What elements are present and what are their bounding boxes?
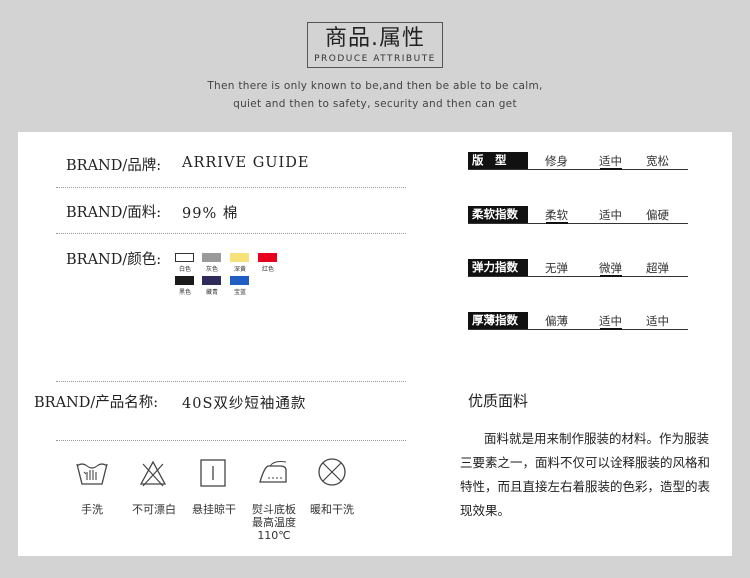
attribute-selected-marker <box>600 168 622 170</box>
subtitle-line-2: quiet and then to safety, security and t… <box>233 98 517 110</box>
page-title: 商品.属性 <box>325 26 425 51</box>
color-swatch <box>202 276 221 285</box>
color-swatch <box>258 253 277 262</box>
page-title-en: PRODUCE ATTRIBUTE <box>314 54 436 64</box>
attribute-selected-marker <box>600 328 622 330</box>
care-label-iron: 熨斗底板 最高温度 110℃ <box>252 503 296 542</box>
color-swatch <box>230 276 249 285</box>
hang-dry-icon <box>195 458 231 488</box>
divider <box>56 187 406 188</box>
divider <box>56 381 406 382</box>
brand-value: ARRIVE GUIDE <box>182 155 310 171</box>
attribute-badge: 弹力指数 <box>468 259 528 276</box>
color-swatch-label: 红色 <box>261 266 274 273</box>
care-label-no-bleach: 不可漂白 <box>132 503 176 516</box>
attribute-badge: 柔软指数 <box>468 206 528 223</box>
color-swatch <box>202 253 221 262</box>
brand-label: BRAND/品牌: <box>66 158 162 174</box>
hand-wash-icon <box>74 458 110 488</box>
attribute-option: 偏薄 <box>545 314 568 328</box>
no-dry-clean-icon <box>314 456 350 486</box>
attribute-scale-line <box>468 223 688 224</box>
attribute-option-selected: 柔软 <box>545 208 568 222</box>
attribute-option: 超弹 <box>646 261 669 275</box>
color-swatch <box>175 276 194 285</box>
quality-paragraph: 面料就是用来制作服装的材料。作为服装三要素之一，面料不仅可以诠释服装的风格和特性… <box>460 431 711 518</box>
divider <box>56 440 406 441</box>
attribute-scale-line <box>468 169 688 170</box>
color-swatch-label: 白色 <box>178 266 191 273</box>
attribute-option: 宽松 <box>646 154 669 168</box>
attribute-option-selected: 适中 <box>599 154 622 168</box>
no-bleach-icon <box>135 458 171 488</box>
color-swatch-label: 灰色 <box>205 266 218 273</box>
attribute-option-selected: 适中 <box>599 314 622 328</box>
product-value: 40S双纱短袖通款 <box>182 396 307 412</box>
fabric-value: 99% 棉 <box>182 206 239 222</box>
color-swatch-label: 黑色 <box>178 289 191 296</box>
attribute-option: 适中 <box>646 314 669 328</box>
color-swatch <box>175 253 194 262</box>
color-swatch-label: 宝蓝 <box>233 289 246 296</box>
color-label: BRAND/颜色: <box>66 252 162 268</box>
product-label: BRAND/产品名称: <box>34 395 159 411</box>
subtitle-line-1: Then there is only known to be,and then … <box>207 80 543 92</box>
color-swatch <box>230 253 249 262</box>
attribute-selected-marker <box>600 275 622 277</box>
attribute-option: 无弹 <box>545 261 568 275</box>
attribute-option: 适中 <box>599 208 622 222</box>
attribute-selected-marker <box>546 222 568 224</box>
color-swatch-label: 深黄 <box>233 266 246 273</box>
iron-icon <box>256 458 292 488</box>
care-label-hand-wash: 手洗 <box>81 503 103 516</box>
care-label-hang-dry: 悬挂晾干 <box>192 503 236 516</box>
attribute-scale-line <box>468 276 688 277</box>
color-swatch-label: 藏青 <box>205 289 218 296</box>
attribute-option: 修身 <box>545 154 568 168</box>
fabric-label: BRAND/面料: <box>66 205 162 221</box>
attribute-badge: 版 型 <box>468 152 528 169</box>
attribute-option-selected: 微弹 <box>599 261 622 275</box>
quality-heading: 优质面料 <box>468 392 529 410</box>
attribute-scale-line <box>468 329 688 330</box>
attribute-option: 偏硬 <box>646 208 669 222</box>
title-box: 商品.属性 PRODUCE ATTRIBUTE <box>307 22 443 68</box>
attribute-badge: 厚薄指数 <box>468 312 528 329</box>
care-label-no-dry-clean: 暖和干洗 <box>310 503 354 516</box>
divider <box>56 233 406 234</box>
